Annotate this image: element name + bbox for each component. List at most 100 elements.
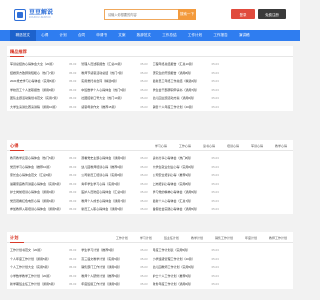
nav-item-speech-drafts[interactable]: 演讲稿 <box>233 30 255 41</box>
list-item[interactable]: 中班数学个人心得体会（热门5篇） 05-03 <box>81 86 147 95</box>
article-title-link[interactable]: 上岗培训心得体会（实用8篇） <box>153 180 194 189</box>
article-title-link[interactable]: 高三语文教学计划（实用5篇） <box>81 255 122 264</box>
article-title-link[interactable]: 年度班级工作计划（通用5篇） <box>81 280 122 289</box>
article-title-link[interactable]: 党员观看红色电影心得（通用6篇） <box>10 197 57 206</box>
list-item[interactable]: 暑假社会实践心得体会（通用5篇） 05-03 <box>153 205 219 214</box>
article-title-link[interactable]: 最新个人心得体会（汇总7篇） <box>153 197 194 206</box>
section-tab[interactable]: 销售工作计划 <box>215 236 233 240</box>
article-title-link[interactable]: 个人工作计划大全（实用5篇） <box>10 263 51 272</box>
nav-item-featured[interactable]: 精选范文 <box>10 30 36 41</box>
list-item[interactable]: 新学期班主任工作计划（通用5篇） 05-03 <box>10 280 76 289</box>
article-title-link[interactable]: 公司安全培训心得（推荐9篇） <box>153 171 194 180</box>
section-tab[interactable]: 教师工作计划 <box>269 236 287 240</box>
list-item[interactable]: 上岗培训心得体会（实用8篇） 05-03 <box>153 180 219 189</box>
list-item[interactable]: 研究生的开题报告（通用8篇） 05-03 <box>153 69 219 78</box>
article-title-link[interactable]: 销售个人年度工作计划（20篇） <box>153 103 195 112</box>
list-item[interactable]: 参加教师入职培训心得体会（通用5篇） 05-03 <box>10 205 76 214</box>
article-title-link[interactable]: 幼儿园教师工作计划（实用5篇） <box>153 263 197 272</box>
list-item[interactable]: 幼儿园教师工作计划（实用5篇） 05-03 <box>153 263 219 272</box>
list-item[interactable]: 感恩母亲作文（推荐15篇） 05-03 <box>81 103 147 112</box>
search-input[interactable] <box>104 9 178 20</box>
nav-item-speeches[interactable]: 致辞范文 <box>131 30 157 41</box>
article-title-link[interactable]: 小学班级管理工作计划（20篇） <box>153 255 195 264</box>
section-tab[interactable]: 教学计划 <box>191 236 203 240</box>
article-title-link[interactable]: 公司新员工培训心得（实用8篇） <box>81 171 125 180</box>
nav-item-contracts[interactable]: 合同 <box>72 30 90 41</box>
list-item[interactable]: 党员学习心得体会（推荐10篇） 05-03 <box>10 163 76 172</box>
article-title-link[interactable]: 护士岗前培训心得体会（通用9篇） <box>10 188 57 197</box>
article-title-link[interactable]: 销售部门工作计划（通用6篇） <box>81 263 122 272</box>
site-logo[interactable]: 豆豆解说 DOUDOU JIESHUO <box>14 8 60 22</box>
list-item[interactable]: 公司安全培训心得（推荐9篇） 05-03 <box>153 171 219 180</box>
article-title-link[interactable]: 军训总结的心得体会大全（20篇） <box>10 60 55 69</box>
list-item[interactable]: 大学生就业创业心得（实用6篇） 05-03 <box>153 163 219 172</box>
nav-item-copywriting[interactable]: 文案 <box>113 30 131 41</box>
article-title-link[interactable]: 教育教学反思心得体会（热门5篇） <box>10 154 57 163</box>
list-item[interactable]: 年度班级工作计划（通用5篇） 05-03 <box>81 280 147 289</box>
article-title-link[interactable]: 青年学生学习心得（实用5篇） <box>81 180 122 189</box>
list-item[interactable]: 实用委托书合同（精选8篇） 05-03 <box>81 77 147 86</box>
list-item[interactable]: 学生会干部辞职申请书（通用7篇） 05-03 <box>153 86 219 95</box>
list-item[interactable]: 小学数学教学工作计划（20篇） 05-03 <box>10 272 76 281</box>
list-item[interactable]: 观看党史主题心得体会（通用6篇） 05-03 <box>81 154 147 163</box>
list-item[interactable]: 学习党的精神心得体会（通用5篇） 05-03 <box>153 188 219 197</box>
list-item[interactable]: 高三语文教学计划（实用5篇） 05-03 <box>81 255 147 264</box>
article-title-link[interactable]: 个人年度工作计划（通用5篇） <box>10 255 51 264</box>
list-item[interactable]: 管理人员述职报告（汇总20篇） 05-03 <box>81 60 147 69</box>
list-item[interactable]: 军训总结的心得体会大全（20篇） 05-03 <box>10 60 76 69</box>
article-title-link[interactable]: 管理人员述职报告（汇总20篇） <box>81 60 123 69</box>
list-item[interactable]: 幼儿园主题活动方案（通用6篇） 05-03 <box>153 94 219 103</box>
article-title-link[interactable]: 结婚男方致辞简短暖心（热门7篇） <box>10 69 57 78</box>
section-tab[interactable]: 培训心得 <box>227 144 239 148</box>
list-item[interactable]: 社团招新口号大全（热门10篇） 05-03 <box>81 94 147 103</box>
register-button[interactable]: 免费注册 <box>258 9 286 19</box>
section-tab[interactable]: 年度计划 <box>245 236 257 240</box>
list-item[interactable]: 个人年度工作计划（通用5篇） 05-03 <box>10 255 76 264</box>
section-tab[interactable]: 读书心得 <box>203 144 215 148</box>
section-tab[interactable]: 学习心得 <box>155 144 167 148</box>
list-item[interactable]: 新员工入职心得体会（通用5篇） 05-03 <box>81 205 147 214</box>
list-item[interactable]: 教师个人成长心得体会（通用7篇） 05-03 <box>81 197 147 206</box>
section-tab[interactable]: 学习计划 <box>140 236 152 240</box>
section-tab[interactable]: 军训心得 <box>251 144 263 148</box>
list-item[interactable]: 销售部门工作计划（通用6篇） 05-03 <box>81 263 147 272</box>
nav-item-insights[interactable]: 心得 <box>36 30 54 41</box>
article-title-link[interactable]: 暑假社会实践心得体会（通用5篇） <box>153 205 200 214</box>
article-title-link[interactable]: 医护人员防疫心得体会（汇总6篇） <box>81 188 128 197</box>
article-title-link[interactable]: 月度工作计划表（实用5篇） <box>153 246 191 255</box>
article-title-link[interactable]: 工程年终总结报告（汇总10篇） <box>153 60 195 69</box>
list-item[interactable]: 教师个人研修计划（推荐5篇） 05-03 <box>81 272 147 281</box>
article-title-link[interactable]: 家长会心得体会范文（汇总8篇） <box>10 171 54 180</box>
list-item[interactable]: 团队主题活动策划书范文（实用7篇） 05-03 <box>10 94 76 103</box>
article-title-link[interactable]: 新学期班主任工作计划（通用5篇） <box>10 280 57 289</box>
list-item[interactable]: 最新员工年终工作总结（精选6篇） 05-03 <box>153 77 219 86</box>
article-title-link[interactable]: 暑期家庭教育讲座心得体会（实用5篇） <box>10 180 63 189</box>
list-item[interactable]: 学生学习计划（推荐5篇） 05-03 <box>81 246 147 255</box>
list-item[interactable]: 个人工作计划大全（实用5篇） 05-03 <box>10 263 76 272</box>
article-title-link[interactable]: 大学生就业创业心得（实用6篇） <box>153 163 197 172</box>
article-title-link[interactable]: 学生学习计划（推荐5篇） <box>81 246 116 255</box>
list-item[interactable]: 财务年度工作计划（通用6篇） 05-03 <box>153 280 219 289</box>
list-item[interactable]: 党员观看红色电影心得（通用6篇） 05-03 <box>10 197 76 206</box>
article-title-link[interactable]: 团队主题活动策划书范文（实用7篇） <box>10 94 60 103</box>
list-item[interactable]: 青年学生学习心得（实用5篇） 05-03 <box>81 180 147 189</box>
search-button[interactable]: 搜索一下 <box>178 9 196 20</box>
article-title-link[interactable]: 工作计划书范文（20篇） <box>10 246 43 255</box>
list-item[interactable]: 月度工作计划表（实用5篇） 05-03 <box>153 246 219 255</box>
article-title-link[interactable]: 学生会干部辞职申请书（通用7篇） <box>153 86 200 95</box>
section-tab[interactable]: 班主任计划 <box>164 236 179 240</box>
list-item[interactable]: 学校员工个人述职报告（通用8篇） 05-03 <box>10 86 76 95</box>
list-item[interactable]: 教师节感恩活动总结（热门7篇） 05-03 <box>81 69 147 78</box>
article-title-link[interactable]: 财务年度工作计划（通用6篇） <box>153 280 194 289</box>
article-title-link[interactable]: 幼儿园主题活动方案（通用6篇） <box>153 94 197 103</box>
article-title-link[interactable]: 幼儿园教师培训心得（推荐6篇） <box>81 163 125 172</box>
list-item[interactable]: 暑期家庭教育讲座心得体会（实用5篇） 05-03 <box>10 180 76 189</box>
list-item[interactable]: 大学生演讲比赛演讲稿（通用10篇） 05-03 <box>10 103 76 112</box>
article-title-link[interactable]: 大学生演讲比赛演讲稿（通用10篇） <box>10 103 58 112</box>
list-item[interactable]: 家长会心得体会范文（汇总8篇） 05-03 <box>10 171 76 180</box>
list-item[interactable]: 小学班级管理工作计划（20篇） 05-03 <box>153 255 219 264</box>
article-title-link[interactable]: 党员学习心得体会（推荐10篇） <box>10 163 52 172</box>
nav-item-plans[interactable]: 计划 <box>54 30 72 41</box>
section-title[interactable]: 精品推荐 <box>10 49 27 55</box>
article-title-link[interactable]: 2021党史学习心得体会（实用5篇） <box>10 77 57 86</box>
